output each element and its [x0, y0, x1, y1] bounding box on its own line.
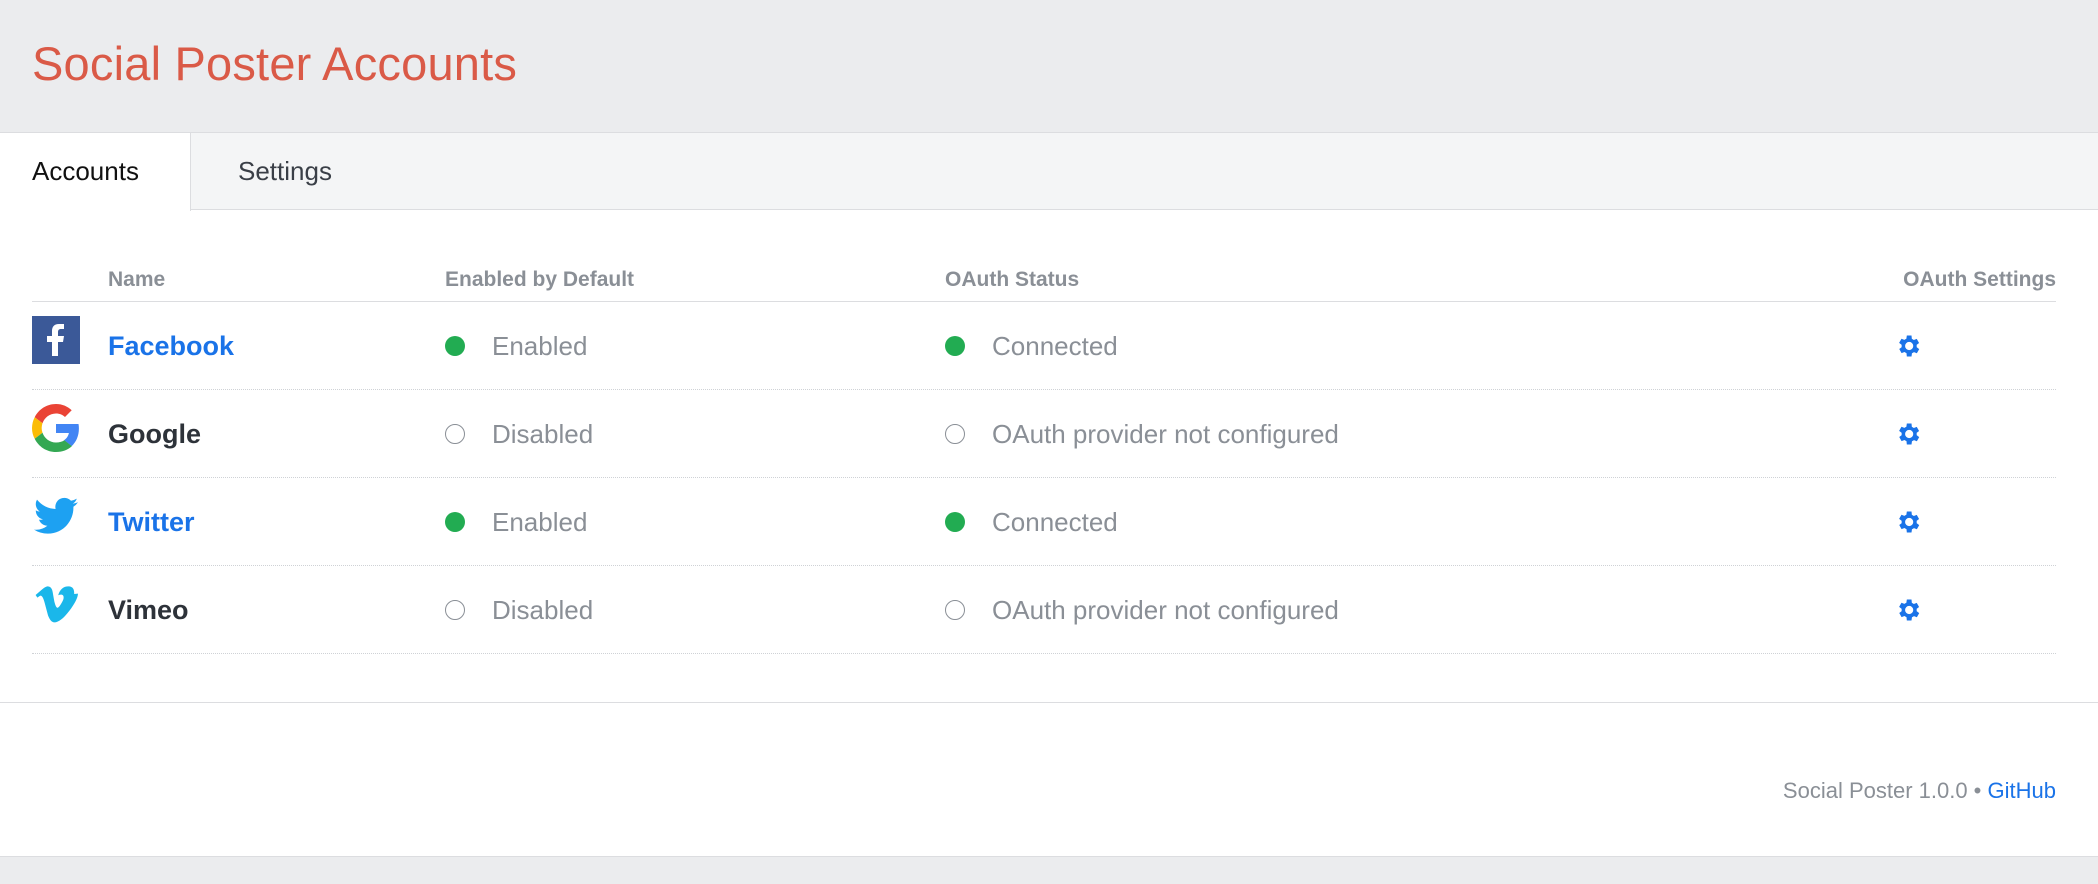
table-row: Facebook Enabled Connected	[32, 302, 2056, 390]
oauth-status-text: OAuth provider not configured	[992, 594, 1339, 625]
tab-settings[interactable]: Settings	[191, 133, 391, 210]
table-row: Twitter Enabled Connected	[32, 478, 2056, 566]
oauth-status: OAuth provider not configured	[945, 390, 1339, 478]
tab-bar: Accounts Settings	[0, 133, 2098, 211]
oauth-status-text: Connected	[992, 330, 1118, 361]
enabled-status: Disabled	[445, 566, 593, 654]
oauth-settings-button[interactable]	[1894, 566, 1922, 654]
page-title: Social Poster Accounts	[32, 37, 518, 90]
footer-version: Social Poster 1.0.0 •	[1782, 778, 1982, 803]
account-name-vimeo: Vimeo	[108, 594, 189, 625]
status-dot-off	[945, 424, 965, 444]
footer: Social Poster 1.0.0 • GitHub	[1783, 778, 2056, 804]
account-name-facebook[interactable]: Facebook	[108, 302, 234, 390]
enabled-status-text: Enabled	[492, 330, 588, 361]
column-header-name: Name	[108, 268, 166, 291]
oauth-status: Connected	[945, 478, 1118, 566]
status-dot-on	[945, 336, 965, 356]
content-divider	[0, 702, 2098, 703]
status-dot-off	[945, 600, 965, 620]
status-dot-on	[445, 336, 465, 356]
twitter-icon	[34, 497, 78, 534]
tab-accounts[interactable]: Accounts	[0, 133, 191, 211]
oauth-settings-button[interactable]	[1894, 478, 1922, 566]
column-header-oauth-status: OAuth Status	[945, 268, 1080, 291]
enabled-status-text: Disabled	[492, 594, 594, 625]
facebook-icon	[32, 316, 80, 364]
table-row: Vimeo Disabled OAuth provider not config…	[32, 566, 2056, 654]
oauth-status-text: OAuth provider not configured	[992, 418, 1339, 449]
column-header-oauth-settings: OAuth Settings	[1903, 268, 2056, 291]
account-name-twitter[interactable]: Twitter	[108, 478, 195, 566]
enabled-status-text: Disabled	[492, 418, 594, 449]
enabled-status: Enabled	[445, 302, 587, 390]
vimeo-icon	[35, 586, 78, 623]
google-icon	[32, 404, 79, 452]
status-dot-on	[945, 512, 965, 532]
oauth-status-text: Connected	[992, 506, 1118, 537]
oauth-status: Connected	[945, 302, 1118, 390]
github-link[interactable]: GitHub	[1988, 778, 2056, 803]
column-header-enabled: Enabled by Default	[445, 268, 635, 291]
enabled-status: Disabled	[445, 390, 593, 478]
gear-icon	[1899, 599, 1920, 621]
gear-icon	[1899, 423, 1920, 445]
bottom-band	[0, 856, 2098, 884]
accounts-table: Name Enabled by Default OAuth Status OAu…	[32, 262, 2056, 654]
gear-icon	[1899, 335, 1920, 357]
status-dot-on	[445, 512, 465, 532]
oauth-settings-button[interactable]	[1894, 302, 1922, 390]
status-dot-off	[445, 600, 465, 620]
page-header: Social Poster Accounts	[0, 0, 2098, 133]
oauth-status: OAuth provider not configured	[945, 566, 1339, 654]
oauth-settings-button[interactable]	[1894, 390, 1922, 478]
status-dot-off	[445, 424, 465, 444]
enabled-status: Enabled	[445, 478, 587, 566]
account-name-google: Google	[108, 418, 201, 449]
enabled-status-text: Enabled	[492, 506, 588, 537]
table-header: Name Enabled by Default OAuth Status OAu…	[32, 262, 2056, 302]
table-row: Google Disabled OAuth provider not confi…	[32, 390, 2056, 478]
gear-icon	[1899, 511, 1920, 533]
